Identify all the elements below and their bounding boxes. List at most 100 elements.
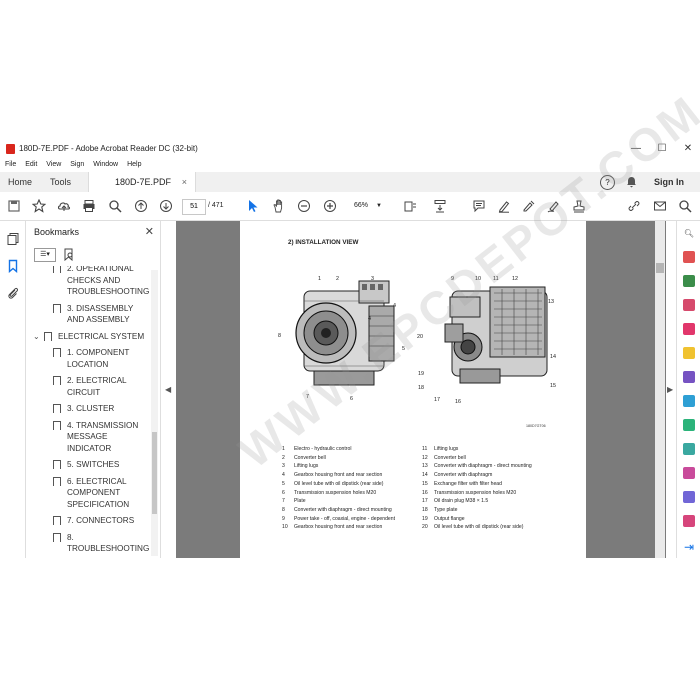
page-down-icon[interactable] — [158, 198, 174, 214]
fill-and-sign-icon[interactable] — [683, 467, 695, 479]
figure-code: 180D7GT06 — [526, 424, 546, 428]
stamp-icon[interactable] — [571, 198, 587, 214]
bookmark-label: ELECTRICAL SYSTEM — [58, 331, 145, 341]
find-bookmark-icon[interactable] — [63, 248, 75, 266]
attachment-icon[interactable] — [5, 285, 21, 301]
legend-text: Electro - hydraulic control — [294, 446, 352, 452]
legend-number: 14 — [422, 472, 428, 479]
comment-icon[interactable] — [471, 198, 487, 214]
page-total: / 471 — [208, 202, 224, 209]
legend-number: 19 — [422, 515, 428, 522]
page-up-icon[interactable] — [133, 198, 149, 214]
bookmarks-scroll-thumb[interactable] — [152, 432, 157, 514]
bookmark-icon[interactable] — [5, 258, 21, 274]
menu-window[interactable]: Window — [93, 158, 118, 172]
measure-icon[interactable] — [683, 443, 695, 455]
zoom-out-icon[interactable] — [296, 198, 312, 214]
help-icon[interactable]: ? — [600, 175, 615, 190]
hand-tool-icon[interactable] — [271, 198, 287, 214]
legend-number: 4 — [282, 472, 285, 479]
send-for-signature-icon[interactable] — [683, 515, 695, 527]
document-scrollbar[interactable] — [655, 221, 665, 558]
tab-document[interactable]: 180D-7E.PDF × — [88, 172, 196, 193]
combine-files-icon[interactable] — [683, 371, 695, 383]
fit-page-icon[interactable] — [402, 198, 418, 214]
legend-number: 12 — [422, 454, 428, 461]
right-callout: 12 — [512, 276, 518, 282]
legend-row: 6 Transmission suspension holes M20 — [282, 489, 395, 498]
bookmark-label: COMPONENT — [67, 488, 121, 497]
cloud-upload-icon[interactable] — [56, 198, 72, 214]
scan-ocr-icon[interactable] — [683, 395, 695, 407]
minimize-button[interactable]: — — [624, 140, 648, 158]
bookmark-label: 4. TRANSMISSION — [67, 420, 139, 430]
close-window-button[interactable]: ✕ — [676, 140, 700, 158]
share-link-icon[interactable] — [626, 198, 642, 214]
menu-view[interactable]: View — [46, 158, 61, 172]
bookmark-label: MESSAGE — [67, 432, 108, 441]
document-view[interactable]: 2) INSTALLATION VIEW 1 2 3 4 4 5 6 7 8 9… — [176, 221, 666, 558]
legend-number: 13 — [422, 463, 428, 470]
maximize-button[interactable]: ☐ — [650, 140, 674, 158]
pdf-page: 2) INSTALLATION VIEW 1 2 3 4 4 5 6 7 8 9… — [240, 221, 586, 558]
legend-text: Converter with diaphragm — [434, 472, 493, 479]
bookmark-options-icon[interactable]: ☰▾ — [34, 248, 56, 262]
collapse-right-pane-icon[interactable]: ▶ — [667, 385, 673, 394]
bookmark-label: 1. COMPONENT — [67, 348, 130, 357]
window-title: 180D-7E.PDF - Adobe Acrobat Reader DC (3… — [19, 144, 198, 153]
organize-pages-icon[interactable] — [683, 323, 695, 335]
tab-tools[interactable]: Tools — [50, 172, 71, 192]
email-icon[interactable] — [652, 198, 668, 214]
page-thumbnails-icon[interactable] — [5, 231, 21, 247]
legend-text: Gearbox housing front and rear section — [294, 524, 383, 531]
export-pdf-icon[interactable] — [683, 251, 695, 263]
right-callout: 14 — [550, 354, 556, 360]
document-scroll-thumb[interactable] — [656, 263, 664, 273]
close-panel-icon[interactable]: ✕ — [145, 225, 154, 238]
create-pdf-icon[interactable] — [683, 275, 695, 287]
bell-icon[interactable] — [626, 172, 637, 192]
page-number-input[interactable] — [182, 199, 206, 215]
collapse-left-pane-icon[interactable]: ◀ — [165, 385, 171, 394]
legend-row: 3 Lifting lugs — [282, 462, 395, 471]
more-tools-icon[interactable]: ⇥ — [681, 539, 697, 555]
tab-bar: Home Tools 180D-7E.PDF × ? Sign In — [0, 172, 700, 193]
save-icon[interactable] — [6, 198, 22, 214]
legend-number: 8 — [282, 506, 285, 513]
right-callout: 17 — [434, 397, 440, 403]
zoom-select[interactable]: 66% ▼ — [346, 199, 386, 213]
legend-row: 5 Oil level tube with oil dipstick (rear … — [282, 480, 395, 489]
sign-in-link[interactable]: Sign In — [654, 172, 684, 192]
menu-help[interactable]: Help — [127, 158, 141, 172]
legend-text: Oil drain plug M38 × 1.5 — [434, 498, 489, 505]
legend-text: Lifting lugs — [294, 463, 319, 470]
tab-close-icon[interactable]: × — [182, 172, 187, 192]
print-icon[interactable] — [81, 198, 97, 214]
legend-row: 15 Exchange filter with filter head — [422, 480, 532, 489]
bookmark-label: 8. — [67, 532, 74, 542]
select-cursor-icon[interactable] — [245, 198, 261, 214]
zoom-in-tool-icon[interactable]: 🔍︎ — [681, 225, 697, 241]
draw-tool-icon[interactable] — [521, 198, 537, 214]
tab-home[interactable]: Home — [8, 172, 32, 192]
compress-icon[interactable] — [683, 419, 695, 431]
comment-tool-icon[interactable] — [683, 347, 695, 359]
protect-icon[interactable] — [683, 491, 695, 503]
star-icon[interactable] — [31, 198, 47, 214]
right-callout: 20 — [417, 334, 423, 340]
menu-file[interactable]: File — [5, 158, 16, 172]
menu-sign[interactable]: Sign — [70, 158, 84, 172]
edit-pdf-icon[interactable] — [683, 299, 695, 311]
chevron-down-icon[interactable]: ⌄ — [33, 331, 40, 343]
highlight-pen-icon[interactable] — [496, 198, 512, 214]
zoom-search-icon[interactable] — [107, 198, 123, 214]
legend-number: 2 — [282, 454, 285, 461]
menu-edit[interactable]: Edit — [25, 158, 37, 172]
zoom-in-icon[interactable] — [322, 198, 338, 214]
fill-sign-icon[interactable] — [546, 198, 562, 214]
search-icon[interactable] — [677, 198, 693, 214]
legend-number: 10 — [282, 524, 288, 531]
page-display-icon[interactable] — [432, 198, 448, 214]
bookmark-label: CIRCUIT — [67, 387, 101, 397]
legend-row: 8 Converter with diaphragm - direct mount… — [282, 506, 395, 515]
